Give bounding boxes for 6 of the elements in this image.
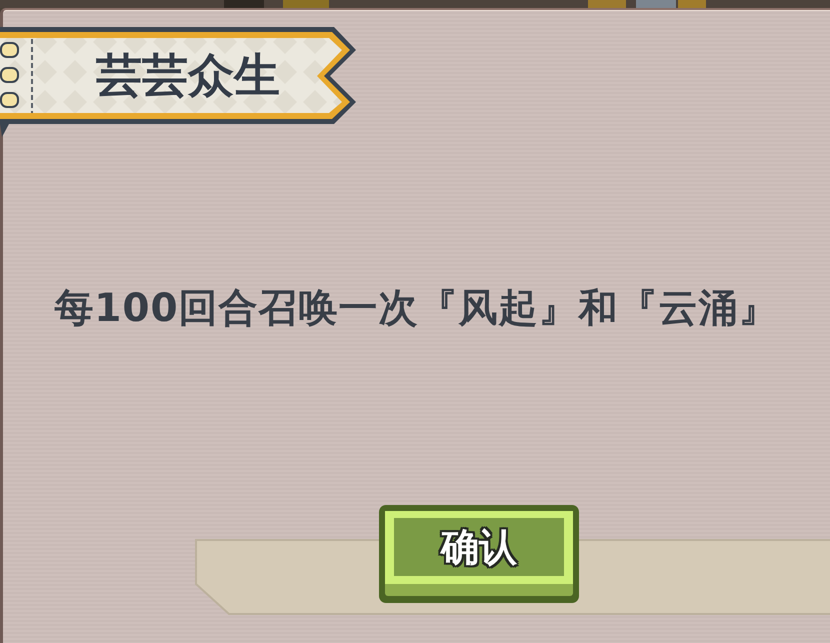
binder-ring-icon <box>0 92 19 108</box>
dialog-message: 每100回合召唤一次『风起』和『云涌』 <box>53 287 780 331</box>
binder-ring-icon <box>0 67 19 83</box>
confirm-button[interactable]: 确认 <box>379 505 579 603</box>
dialog-title: 芸芸众生 <box>96 50 280 100</box>
binder-ring-icon <box>0 42 19 58</box>
